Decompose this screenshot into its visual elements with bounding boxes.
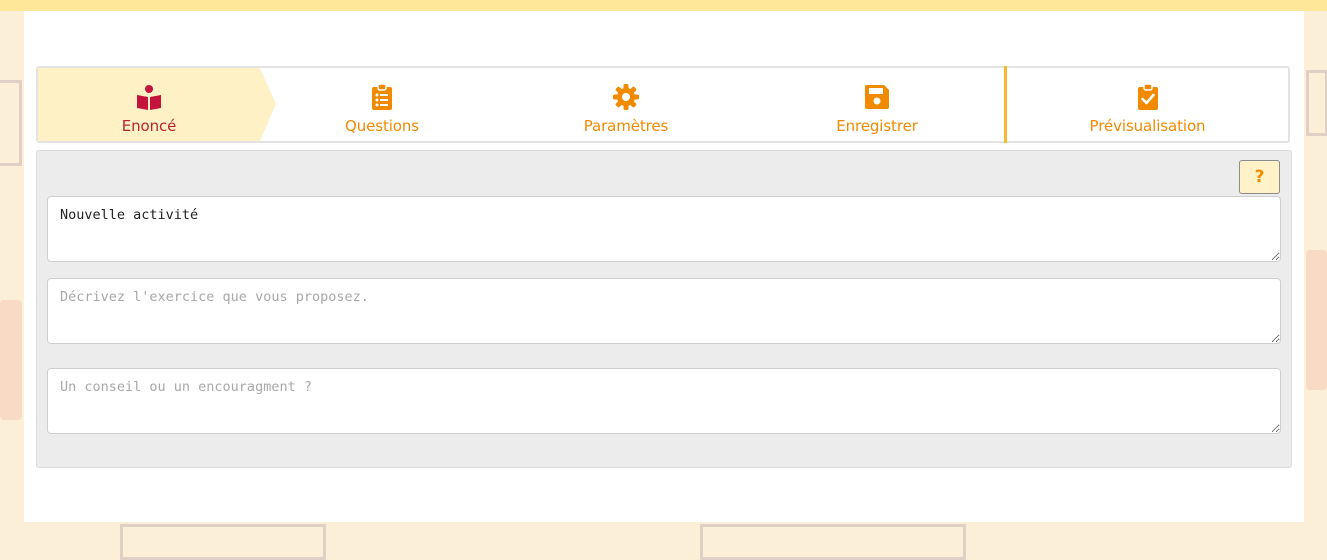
editor-panel: Enoncé Questions Paramètres Enregistrer …	[24, 11, 1304, 522]
title-field[interactable]: Nouvelle activité	[47, 196, 1281, 262]
background-decoration	[0, 300, 22, 420]
step-enonce[interactable]: Enoncé	[38, 68, 260, 141]
step-questions[interactable]: Questions	[274, 68, 490, 141]
tip-field[interactable]	[47, 368, 1281, 434]
step-label: Prévisualisation	[1089, 117, 1206, 135]
enonce-form: ? Nouvelle activité	[36, 150, 1292, 468]
background-decoration	[120, 524, 326, 560]
background-decoration	[1306, 250, 1327, 390]
save-icon	[863, 83, 891, 111]
top-banner	[0, 0, 1327, 11]
gear-icon	[612, 83, 640, 111]
step-label: Paramètres	[583, 117, 669, 135]
description-field[interactable]	[47, 278, 1281, 344]
help-button[interactable]: ?	[1239, 160, 1280, 194]
clipboard-list-icon	[368, 83, 396, 111]
clipboard-check-icon	[1134, 83, 1162, 111]
step-parametres[interactable]: Paramètres	[518, 68, 734, 141]
step-previsualisation[interactable]: Prévisualisation	[1007, 68, 1288, 141]
wizard-stepper: Enoncé Questions Paramètres Enregistrer …	[36, 66, 1290, 143]
background-decoration	[1306, 70, 1327, 136]
background-decoration	[0, 80, 22, 166]
background-decoration	[700, 524, 966, 560]
step-label: Enregistrer	[836, 117, 918, 135]
step-label: Enoncé	[121, 117, 177, 135]
step-label: Questions	[344, 117, 419, 135]
book-reader-icon	[135, 83, 163, 111]
step-enregistrer[interactable]: Enregistrer	[769, 68, 985, 141]
